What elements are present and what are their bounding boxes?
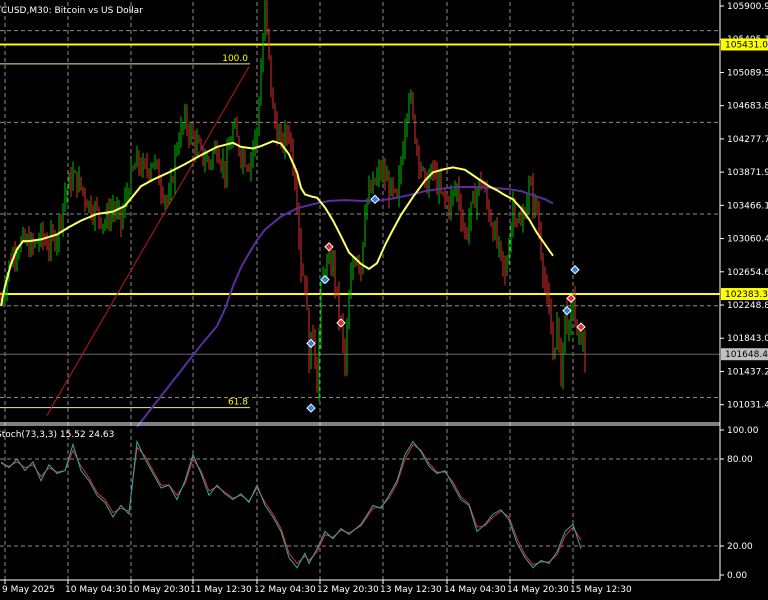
level-price-tag-label: 105431.05 [725,40,768,50]
stoch-tick-label: 100.00 [727,426,759,436]
price-tick-label: 102248.82 [727,301,768,311]
price-tick-label: 105089.56 [727,68,768,78]
price-tick-label: 103871.98 [727,168,768,178]
price-tick-label: 104277.76 [727,135,768,145]
chart-title: TCUSD,M30: Bitcoin vs US Dollar [0,6,143,16]
time-tick-label: 12 May 20:30 [317,585,379,595]
trading-chart[interactable]: 100.061.8 105900.93105495.14105089.56104… [0,0,768,600]
current-price-tag-label: 101648.45 [725,350,768,360]
time-tick-label: 14 May 04:30 [444,585,506,595]
indicator-label: Stoch(73,3,3) 15.52 24.63 [0,430,114,440]
time-tick-label: 12 May 04:30 [254,585,316,595]
time-tick-label: 15 May 12:30 [570,585,632,595]
stoch-tick-label: 0.00 [727,571,747,581]
time-tick-label: 13 May 12:30 [380,585,442,595]
fib-level-label: 100.0 [222,54,248,64]
fib-level-label: 61.8 [228,398,248,408]
price-tick-label: 102654.61 [727,268,768,278]
price-tick-label: 101437.24 [727,367,768,377]
price-tick-label: 101031.45 [727,401,768,411]
level-price-tag-label: 102383.34 [725,290,768,300]
time-tick-label: 11 May 12:30 [190,585,252,595]
price-tick-label: 104683.88 [727,102,768,112]
stoch-tick-label: 20.00 [727,542,753,552]
time-tick-label: 10 May 04:30 [65,585,127,595]
chart-background [0,0,768,600]
price-tick-label: 103466.19 [727,201,768,211]
time-tick-label: 10 May 20:30 [128,585,190,595]
time-tick-label: 14 May 20:30 [507,585,569,595]
price-tick-label: 103060.40 [727,235,768,245]
time-tick-label: 9 May 2025 [2,585,55,595]
price-tick-label: 105900.93 [727,2,768,12]
price-tick-label: 101843.03 [727,334,768,344]
stoch-tick-label: 80.00 [727,455,753,465]
